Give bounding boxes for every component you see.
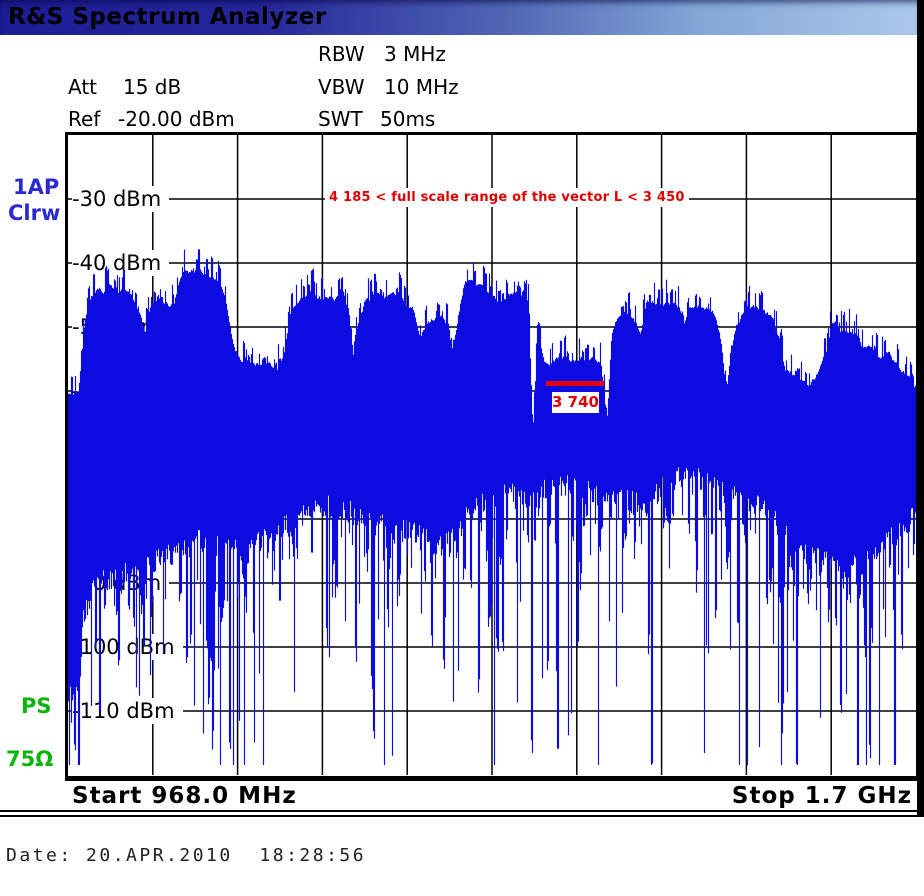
x-axis-stop-label: Stop 1.7 GHz — [732, 783, 912, 809]
app-title: R&S Spectrum Analyzer — [8, 4, 327, 30]
spectrum-analyzer-screen: R&S Spectrum Analyzer Att 15 dB Ref -20.… — [0, 0, 924, 896]
impedance-label: 75Ω — [6, 747, 53, 771]
rbw-value: 3 MHz — [384, 42, 446, 66]
separator-double-line — [0, 810, 924, 817]
swt-label: SWT — [318, 107, 363, 131]
marker-value-box: 3 740 — [552, 392, 599, 413]
att-label: Att — [68, 75, 97, 99]
rbw-label: RBW — [318, 42, 365, 66]
trace-detector-label: 1AP — [13, 175, 59, 199]
x-axis-start-label: Start 968.0 MHz — [72, 783, 297, 809]
vbw-label: VBW — [318, 75, 364, 99]
date-line: Date: 20.APR.2010 18:28:56 — [6, 845, 366, 866]
vbw-value: 10 MHz — [384, 75, 459, 99]
overlay-annotation: 4 185 < full scale range of the vector L… — [325, 188, 689, 207]
trace-path — [69, 249, 916, 765]
title-bar: R&S Spectrum Analyzer — [0, 0, 918, 35]
swt-value: 50ms — [380, 107, 435, 131]
ref-value: -20.00 dBm — [118, 107, 235, 131]
plot-area: -30 dBm-40 dBm-50 dBm-60 dBm-70 dBm-80 d… — [68, 135, 916, 775]
ref-label: Ref — [68, 107, 100, 131]
trace-mode-label: Clrw — [8, 201, 60, 225]
marker-line — [546, 381, 604, 386]
spectrum-trace — [68, 135, 916, 775]
att-value: 15 dB — [123, 75, 181, 99]
right-border-strip — [917, 0, 924, 817]
preamp-label: PS — [21, 694, 52, 718]
